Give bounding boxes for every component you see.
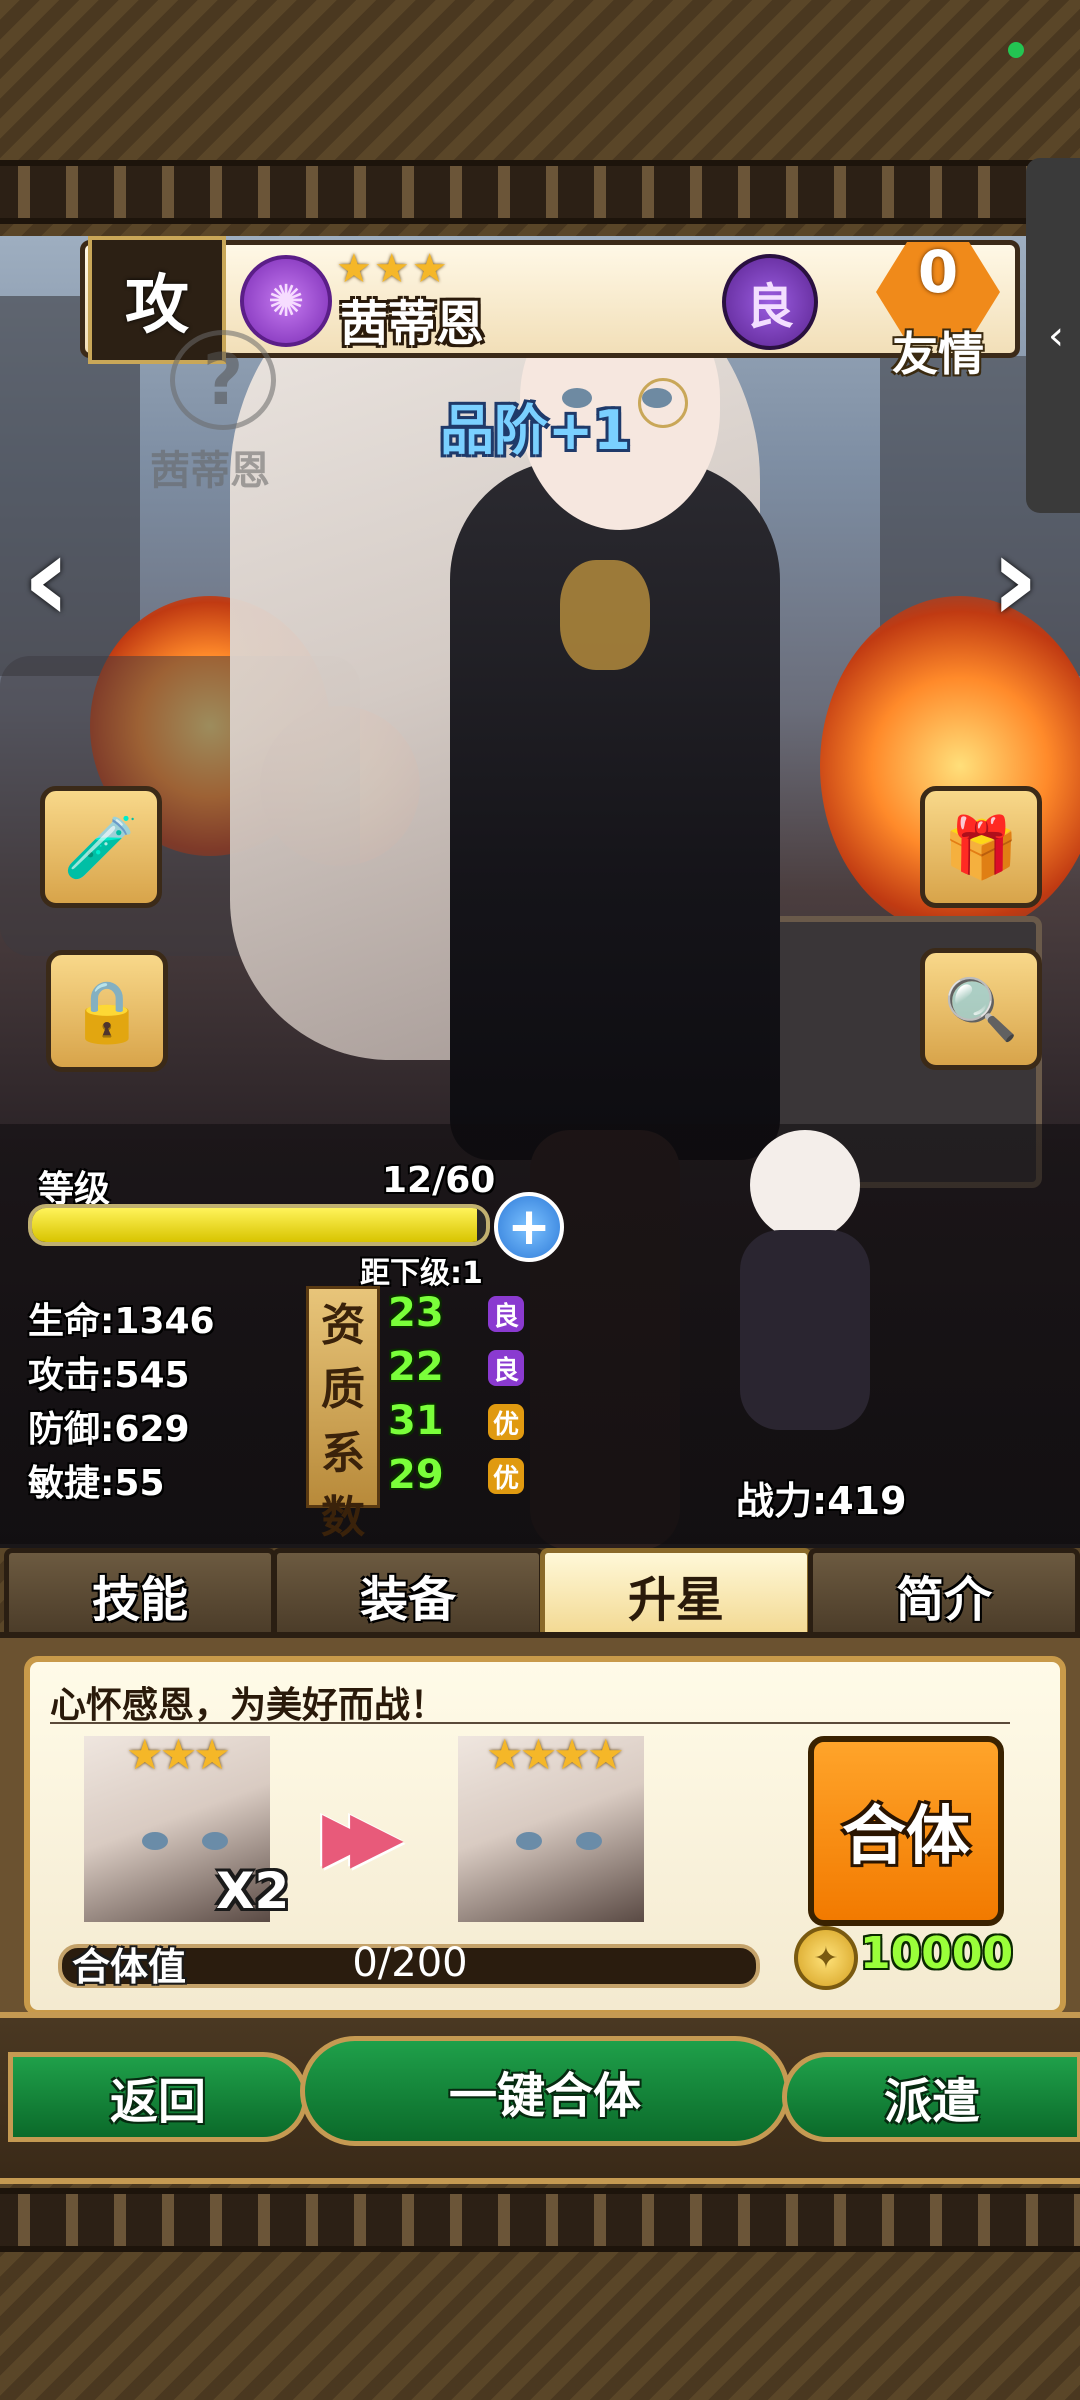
potion-button[interactable]: 🧪	[40, 786, 162, 908]
source-stars: ★★★	[126, 1730, 231, 1779]
magnifier-button[interactable]: 🔍	[920, 948, 1042, 1070]
lock-button[interactable]: 🔒	[46, 950, 168, 1072]
gift-button[interactable]: 🎁	[920, 786, 1042, 908]
level-up-plus-button[interactable]: +	[494, 1192, 564, 1262]
aptitude-rank-badge: 良	[488, 1296, 524, 1332]
tab-intro[interactable]: 简介	[808, 1548, 1080, 1637]
mini-portrait[interactable]: ? 茜蒂恩	[0, 330, 290, 510]
level-value: 12/60	[382, 1160, 496, 1201]
aptitude-rank-badge: 优	[488, 1404, 524, 1440]
back-button[interactable]: 返回	[8, 2052, 308, 2142]
mini-portrait-name: 茜蒂恩	[150, 448, 270, 494]
level-progress-bar	[28, 1204, 490, 1246]
gift-icon: 🎁	[943, 812, 1019, 883]
bottom-rope-border	[0, 2188, 1080, 2252]
hero-name: 茜蒂恩	[340, 296, 485, 352]
question-mark-icon: ?	[170, 330, 276, 430]
aptitude-char: 质	[321, 1364, 365, 1415]
magnifier-icon: 🔍	[943, 974, 1019, 1045]
aptitude-value: 29	[388, 1452, 444, 1498]
source-multiplier: X2	[216, 1862, 290, 1920]
stat-hp: 生命:1346	[28, 1301, 215, 1342]
merge-cost: 10000	[860, 1928, 1014, 1979]
aptitude-value: 31	[388, 1398, 444, 1444]
divider	[50, 1722, 1010, 1724]
stat-attack: 攻击:545	[28, 1355, 190, 1396]
coin-icon: ✦	[794, 1926, 858, 1990]
hero-quote: 心怀感恩，为美好而战！	[50, 1685, 447, 1726]
aptitude-value: 23	[388, 1290, 444, 1336]
merge-button[interactable]: 合体	[808, 1736, 1004, 1926]
tab-equipment-label: 装备	[359, 1572, 456, 1628]
tab-skills-label: 技能	[91, 1572, 188, 1628]
top-rope-border	[0, 160, 1080, 224]
level-progress-fill	[32, 1208, 477, 1242]
tab-star-up-label: 升星	[627, 1572, 724, 1628]
friendship-label: 友情	[892, 327, 984, 381]
stat-defense: 防御:629	[28, 1409, 190, 1450]
aptitude-rank-badge: 良	[488, 1350, 524, 1386]
grade-up-text: 品阶+1	[440, 399, 631, 462]
dispatch-button[interactable]: 派遣	[782, 2052, 1080, 2142]
fast-forward-icon: ▶▶	[322, 1795, 404, 1877]
potion-icon: 🧪	[63, 812, 139, 883]
aptitude-char: 数	[321, 1492, 365, 1543]
merge-value: 0/200	[352, 1940, 468, 1986]
prev-hero-arrow[interactable]: ‹	[22, 520, 71, 640]
chibi-avatar	[690, 1130, 920, 1470]
friendship-value: 0	[917, 238, 959, 306]
tab-skills[interactable]: 技能	[4, 1548, 276, 1637]
one-click-merge-label: 一键合体	[448, 2068, 641, 2124]
aptitude-box: 资 质 系 数	[306, 1286, 380, 1543]
lock-icon: 🔒	[69, 976, 145, 1047]
one-click-merge-button[interactable]: 一键合体	[300, 2036, 790, 2146]
aptitude-rank-badge: 优	[488, 1458, 524, 1494]
stat-agility: 敏捷:55	[28, 1463, 165, 1504]
hero-ornament	[560, 560, 650, 670]
quality-badge: 良	[722, 254, 818, 350]
friendship-indicator[interactable]: 0 友情	[868, 238, 1008, 381]
chevron-left-icon[interactable]: ‹	[1026, 158, 1080, 513]
back-label: 返回	[109, 2074, 206, 2130]
target-stars: ★★★★	[486, 1730, 625, 1779]
power-label: 战力:419	[736, 1479, 907, 1523]
aptitude-value: 22	[388, 1344, 444, 1390]
tab-star-up[interactable]: 升星	[540, 1548, 812, 1637]
aptitude-char: 资	[321, 1300, 365, 1351]
tab-intro-label: 简介	[895, 1572, 992, 1628]
dispatch-label: 派遣	[883, 2074, 980, 2130]
merge-label: 合体值	[72, 1945, 187, 1989]
tab-equipment[interactable]: 装备	[272, 1548, 544, 1637]
next-hero-arrow[interactable]: ›	[990, 520, 1039, 640]
status-indicator	[1008, 42, 1024, 58]
aptitude-char: 系	[321, 1428, 365, 1479]
